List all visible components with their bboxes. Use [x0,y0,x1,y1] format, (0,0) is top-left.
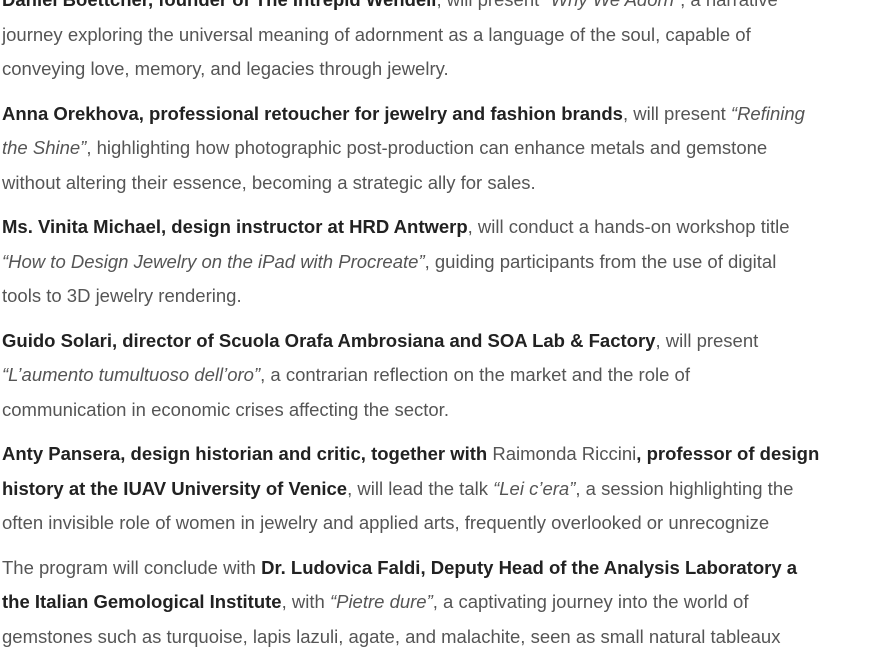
body-text: , will conduct a hands-on workshop title [467,216,790,237]
text-line: journey exploring the universal meaning … [2,18,874,53]
body-text: , will lead the talk [347,477,494,499]
bold-text: Anna Orekhova, professional retoucher fo… [2,102,623,124]
text-line: conveying love, memory, and legacies thr… [2,52,874,87]
body-text: , with [281,591,330,612]
body-text: , will present [622,102,731,124]
body-text: , highlighting how photographic post-pro… [86,137,768,158]
text-line: without altering their essence, becoming… [2,166,874,201]
text-line: Ms. Vinita Michael, design instructor at… [2,210,874,245]
bold-text: history at the IUAV University of Venice [2,477,348,499]
text-line: the Shine”, highlighting how photographi… [2,131,874,166]
text-line: Guido Solari, director of Scuola Orafa A… [2,324,874,359]
body-text: Raimonda Riccini [487,443,637,464]
body-text: , will present [436,0,544,10]
text-line: history at the IUAV University of Venice… [2,472,874,507]
text-line: The program will conclude with Dr. Ludov… [2,551,874,586]
bold-text: Dr. Ludovica Faldi, Deputy Head of the A… [261,556,798,578]
body-text: tools to 3D jewelry rendering. [2,285,242,306]
bold-text: the Italian Gemological Institute [2,591,282,612]
talk-title: “Why We Adorn” [544,0,680,10]
bold-text: Ms. Vinita Michael, design instructor at… [2,216,468,237]
body-text: conveying love, memory, and legacies thr… [2,58,449,79]
body-text: gemstones such as turquoise, lapis lazul… [2,625,781,647]
text-line: Anty Pansera, design historian and criti… [2,437,874,472]
text-line: tools to 3D jewelry rendering. [2,279,874,314]
speaker-paragraph: Daniel Boettcher, founder of The Intrepi… [2,0,874,87]
text-line: often invisible role of women in jewelry… [2,506,874,541]
speaker-paragraph: Ms. Vinita Michael, design instructor at… [2,210,874,314]
bold-text: Daniel Boettcher, founder of The Intrepi… [2,0,436,10]
talk-title: “Pietre dure” [329,591,433,612]
body-text: , a captivating journey into the world o… [432,591,749,612]
bold-text: Anty Pansera, design historian and criti… [2,443,488,464]
talk-title: “How to Design Jewelry on the iPad with … [2,250,425,272]
body-text: often invisible role of women in jewelry… [2,512,770,533]
body-text: , a session highlighting the [575,477,794,499]
body-text: journey exploring the universal meaning … [2,23,751,45]
bold-text: , professor of design [636,443,820,464]
body-text: without altering their essence, becoming… [2,171,536,193]
text-line: “L’aumento tumultuoso dell’oro”, a contr… [2,358,874,393]
body-text: , a contrarian reflection on the market … [260,364,690,385]
speaker-paragraph: The program will conclude with Dr. Ludov… [2,551,874,655]
text-line: the Italian Gemological Institute, with … [2,585,874,620]
talk-title: “L’aumento tumultuoso dell’oro” [2,364,261,385]
text-line: Anna Orekhova, professional retoucher fo… [2,97,874,132]
talk-title: “Refining [730,102,805,124]
article-body: Daniel Boettcher, founder of The Intrepi… [2,0,874,664]
body-text: communication in economic crises affecti… [2,398,449,420]
body-text: , a narrative [680,0,778,10]
speaker-paragraph: Guido Solari, director of Scuola Orafa A… [2,324,874,428]
bold-text: Guido Solari, director of Scuola Orafa A… [2,329,656,351]
text-line: Daniel Boettcher, founder of The Intrepi… [2,0,874,18]
text-line: communication in economic crises affecti… [2,393,874,428]
body-text: , will present [655,329,759,351]
speaker-paragraph: Anty Pansera, design historian and criti… [2,437,874,541]
speaker-paragraph: Anna Orekhova, professional retoucher fo… [2,97,874,201]
body-text: , guiding participants from the use of d… [424,250,777,272]
text-line: “How to Design Jewelry on the iPad with … [2,245,874,280]
body-text: The program will conclude with [2,556,262,578]
talk-title: the Shine” [2,137,87,158]
talk-title: “Lei c’era” [493,477,576,499]
